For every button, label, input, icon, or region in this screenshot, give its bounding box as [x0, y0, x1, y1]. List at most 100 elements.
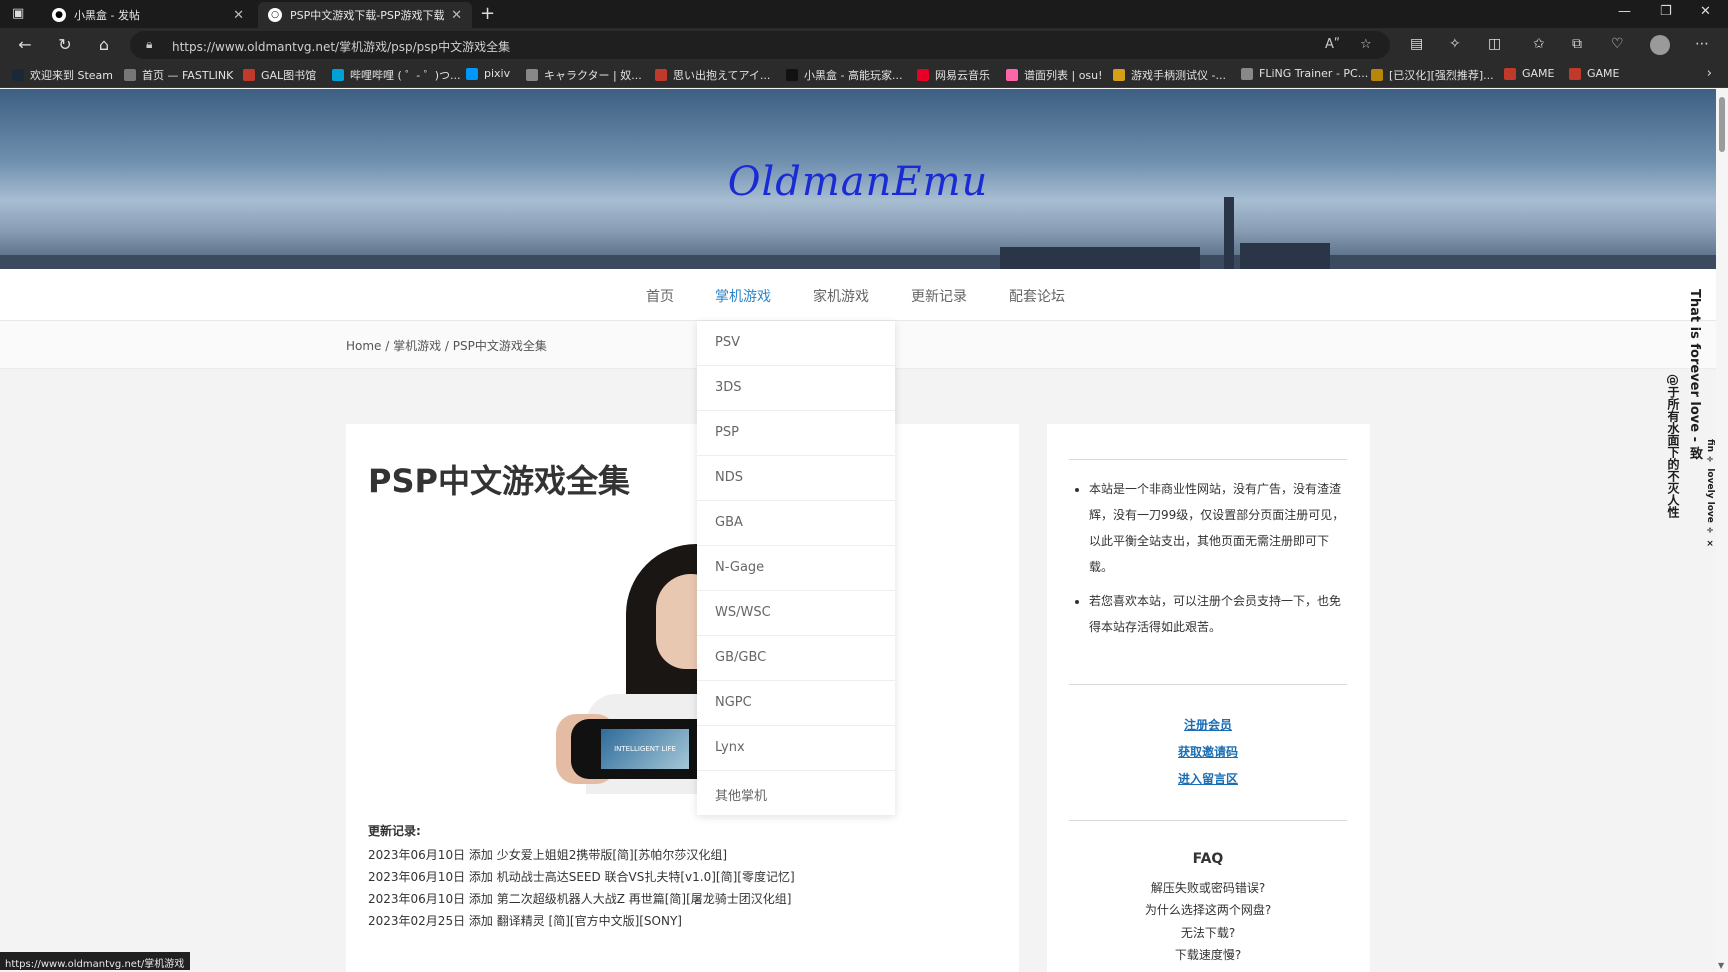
bookmark-xiaoheihe[interactable]: 小黑盒 - 高能玩家... [786, 67, 902, 83]
bookmark-label: 欢迎来到 Steam [30, 69, 114, 82]
favorites-icon[interactable]: ✩ [1533, 36, 1545, 52]
bookmark-bilibili[interactable]: 哔哩哔哩 ( ゜- ゜)つ... [332, 67, 461, 83]
breadcrumb[interactable]: Home / 掌机游戏 / PSP中文游戏全集 [346, 337, 547, 354]
profile-avatar[interactable] [1650, 35, 1670, 55]
tab-xiaoheihe[interactable]: ● 小黑盒 - 发帖 ✕ [42, 2, 254, 28]
handheld-dropdown-menu: PSV 3DS PSP NDS GBA N-Gage WS/WSC GB/GBC… [697, 321, 895, 815]
refresh-icon[interactable]: ↻ [55, 35, 75, 54]
tab-oldmantvg-active[interactable]: ○ PSP中文游戏下载-PSP游戏下载 ✕ [258, 2, 472, 28]
site-favicon-icon: ○ [268, 8, 282, 22]
dropdown-item-gba[interactable]: GBA [697, 501, 895, 546]
skyline-silhouette [0, 255, 1716, 269]
register-link[interactable]: 注册会员 [1069, 716, 1347, 733]
split-screen-icon[interactable]: ◫ [1488, 36, 1501, 52]
faq-item[interactable]: 下载速度慢? [1069, 946, 1347, 963]
skyline-tower [1224, 197, 1234, 269]
close-window-icon[interactable]: ✕ [1700, 4, 1711, 19]
dropdown-item-3ds[interactable]: 3DS [697, 366, 895, 411]
more-menu-icon[interactable]: ⋯ [1695, 36, 1709, 52]
restore-icon[interactable]: ❐ [1660, 4, 1672, 19]
updates-label: 更新记录: [368, 824, 421, 838]
invite-code-link[interactable]: 获取邀请码 [1069, 743, 1347, 760]
bookmark-gal-library[interactable]: GAL图书馆 [243, 67, 316, 83]
dropdown-item-ws-wsc[interactable]: WS/WSC [697, 591, 895, 636]
scrollbar-thumb[interactable] [1719, 97, 1725, 152]
faq-item[interactable]: 为什么选择这两个网盘? [1069, 901, 1347, 918]
bookmark-label: [已汉化][强烈推荐]... [1389, 69, 1494, 82]
bookmark-label: FLiNG Trainer - PC... [1259, 67, 1369, 80]
bookmark-hanhua[interactable]: [已汉化][强烈推荐]... [1371, 67, 1494, 83]
dropdown-item-ngpc[interactable]: NGPC [697, 681, 895, 726]
bookmark-fastlink[interactable]: 首页 — FASTLINK [124, 67, 233, 83]
dropdown-item-label: Lynx [715, 740, 745, 755]
dropdown-item-nds[interactable]: NDS [697, 456, 895, 501]
fastlink-icon [124, 69, 136, 81]
tab-title: PSP中文游戏下载-PSP游戏下载 [290, 9, 445, 22]
nav-console-games[interactable]: 家机游戏 [813, 286, 869, 306]
close-tab-icon[interactable]: ✕ [451, 8, 462, 23]
notice-item: 若您喜欢本站，可以注册个会员支持一下，也免得本站存活得如此艰苦。 [1089, 588, 1347, 640]
home-icon[interactable]: ⌂ [94, 35, 114, 54]
pixiv-icon [466, 67, 478, 80]
bookmark-game-1[interactable]: GAME [1504, 67, 1555, 80]
skyline-building [1000, 247, 1200, 269]
dropdown-item-label: N-Gage [715, 560, 765, 575]
nav-update-log[interactable]: 更新记录 [911, 286, 967, 306]
bookmark-pixiv[interactable]: pixiv [466, 67, 510, 80]
address-bar[interactable]: 🔒︎ https://www.oldmantvg.net/掌机游戏/psp/ps… [130, 31, 1390, 59]
bookmark-netease-music[interactable]: 网易云音乐 [917, 67, 990, 83]
close-tab-icon[interactable]: ✕ [233, 8, 244, 23]
bookmark-fling-trainer[interactable]: FLiNG Trainer - PC... [1241, 67, 1368, 80]
gal-icon [243, 69, 255, 81]
main-nav: 首页 掌机游戏 家机游戏 更新记录 配套论坛 [0, 269, 1716, 321]
favorite-star-icon[interactable]: ☆ [1360, 37, 1372, 52]
update-line: 2023年06月10日 添加 少女爱上姐姐2携带版[简][苏帕尔莎汉化组] [368, 848, 728, 862]
header-banner: OldmanEmu [0, 89, 1716, 269]
page-icon [526, 69, 538, 81]
dropdown-item-lynx[interactable]: Lynx [697, 726, 895, 771]
puzzle-extensions-icon[interactable]: ✧ [1449, 36, 1461, 52]
guestbook-link[interactable]: 进入留言区 [1069, 770, 1347, 787]
dropdown-item-psv[interactable]: PSV [697, 321, 895, 366]
nav-handheld-games[interactable]: 掌机游戏 [715, 286, 771, 306]
scroll-down-icon[interactable]: ▼ [1718, 961, 1724, 970]
minimize-icon[interactable]: — [1618, 4, 1631, 19]
update-line: 2023年06月10日 添加 机动战士高达SEED 联合VS扎夫特[v1.0][… [368, 870, 795, 884]
bookmark-osu[interactable]: 谱面列表 | osu! [1006, 67, 1103, 83]
overlay-vertical-text: @于所有水面下的不灭人性 [1666, 374, 1680, 518]
nav-home[interactable]: 首页 [646, 286, 674, 306]
link-status-bar: https://www.oldmantvg.net/掌机游戏 [0, 952, 190, 970]
osu-icon [1006, 69, 1018, 81]
bookmark-omoide[interactable]: 思い出抱えてアイ... [655, 67, 770, 83]
collections-icon[interactable]: ⧉ [1572, 36, 1582, 52]
bookmark-game-2[interactable]: GAME [1569, 67, 1620, 80]
dropdown-item-ngage[interactable]: N-Gage [697, 546, 895, 591]
bookmark-gamepad-tester[interactable]: 游戏手柄测试仪 -... [1113, 67, 1226, 83]
site-logo[interactable]: OldmanEmu [0, 159, 1716, 205]
dropdown-item-gb-gbc[interactable]: GB/GBC [697, 636, 895, 681]
chevron-right-icon[interactable]: › [1707, 66, 1712, 81]
new-tab-icon[interactable]: + [480, 3, 495, 24]
dropdown-item-label: GB/GBC [715, 650, 767, 665]
browser-essentials-icon[interactable]: ♡ [1611, 36, 1624, 52]
back-icon[interactable]: ← [15, 35, 35, 54]
faq-item[interactable]: 解压失败或密码错误? [1069, 879, 1347, 896]
dropdown-item-other[interactable]: 其他掌机 [697, 771, 895, 816]
bookmarks-bar: 欢迎来到 Steam 首页 — FASTLINK GAL图书馆 哔哩哔哩 ( ゜… [0, 62, 1728, 88]
dropdown-item-label: PSP [715, 425, 739, 440]
url-text[interactable]: https://www.oldmantvg.net/掌机游戏/psp/psp中文… [172, 38, 510, 55]
bookmark-label: GAME [1522, 67, 1555, 80]
lock-icon[interactable]: 🔒︎ [146, 37, 152, 52]
bookmark-label: 哔哩哔哩 ( ゜- ゜)つ... [350, 69, 461, 82]
bookmark-steam[interactable]: 欢迎来到 Steam [12, 67, 113, 83]
faq-item[interactable]: 无法下载? [1069, 924, 1347, 941]
dropdown-item-psp[interactable]: PSP [697, 411, 895, 456]
nav-forum[interactable]: 配套论坛 [1009, 286, 1065, 306]
extension-icon[interactable]: ▤ [1410, 36, 1423, 52]
tab-actions-icon[interactable]: ▣ [12, 6, 28, 22]
read-aloud-icon[interactable]: Aʺ [1325, 37, 1340, 52]
page-scrollbar[interactable]: ▼ [1716, 89, 1728, 972]
bookmark-label: キャラクター | 奴... [544, 69, 642, 82]
divider [1069, 684, 1347, 685]
bookmark-character[interactable]: キャラクター | 奴... [526, 67, 642, 83]
